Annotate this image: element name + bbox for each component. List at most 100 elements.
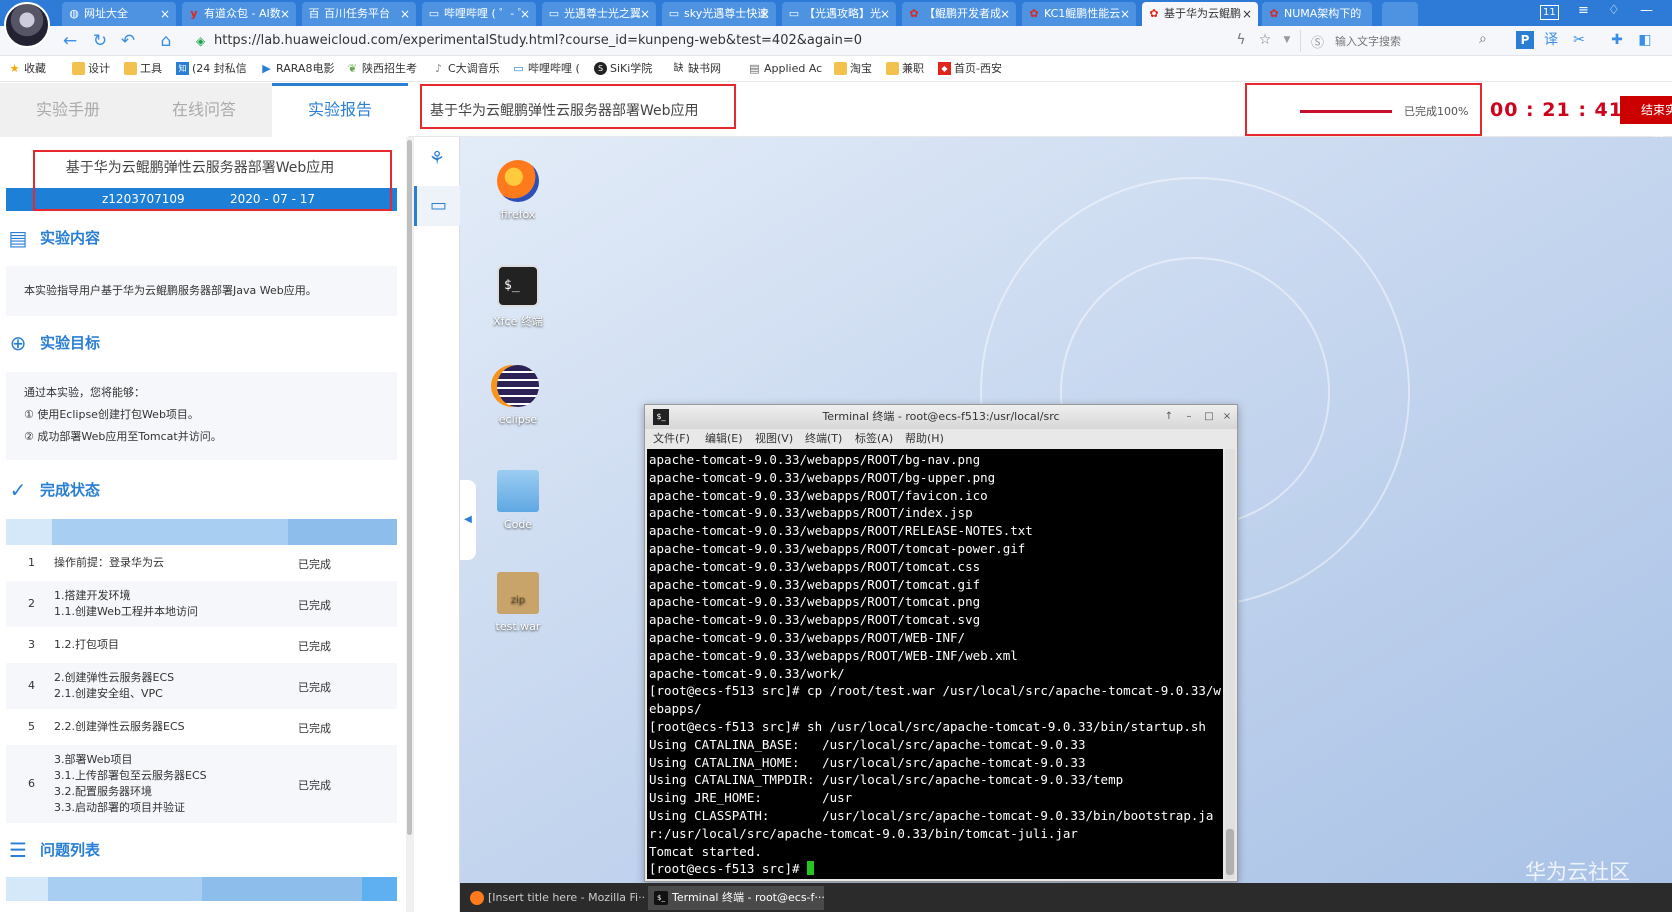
- tab-manual[interactable]: 实验手册: [0, 83, 136, 137]
- minimize-icon[interactable]: –: [1181, 409, 1197, 425]
- sidebar-icon[interactable]: ◧: [1636, 31, 1654, 49]
- browser-tab[interactable]: ▭ 【光遇攻略】光 ×: [782, 2, 896, 26]
- tab-count-badge[interactable]: 11: [1540, 5, 1559, 20]
- menu-file[interactable]: 文件(F): [653, 429, 690, 449]
- url-input[interactable]: https://lab.huaweicloud.com/experimental…: [214, 30, 862, 52]
- desktop-icon-firefox[interactable]: firefox: [483, 160, 553, 221]
- minimize-icon[interactable]: —: [1640, 3, 1653, 18]
- desktop-icon-eclipse[interactable]: eclipse: [483, 365, 553, 426]
- close-icon[interactable]: ×: [400, 2, 410, 26]
- bookmark-item[interactable]: ▶ RARA8电影: [260, 60, 334, 78]
- globe-icon: ◍: [69, 7, 79, 20]
- bilibili-icon: ▭: [788, 7, 800, 20]
- tab-report[interactable]: 实验报告: [272, 83, 408, 137]
- user-avatar[interactable]: [4, 2, 50, 48]
- close-icon[interactable]: ×: [640, 2, 650, 26]
- bookmark-item[interactable]: ♪ C大调音乐: [432, 60, 500, 78]
- browser-tab-active[interactable]: ✿ 基于华为云鲲鹏 ×: [1142, 2, 1258, 26]
- desktop-icon-test-war[interactable]: zip test.war: [483, 572, 553, 633]
- tab-qa[interactable]: 在线问答: [136, 83, 272, 137]
- section-status-heading: ✓ 完成状态: [6, 478, 100, 502]
- folder-icon: ▬: [72, 62, 85, 75]
- terminal-output[interactable]: apache-tomcat-9.0.33/webapps/ROOT/bg-nav…: [647, 449, 1223, 879]
- browser-tab[interactable]: 百百川任务平台 ×: [302, 2, 416, 26]
- menu-help[interactable]: 帮助(H): [905, 429, 944, 449]
- maximize-icon[interactable]: □: [1201, 409, 1217, 425]
- menu-terminal[interactable]: 终端(T): [805, 429, 842, 449]
- close-icon[interactable]: ×: [760, 2, 770, 26]
- search-icon[interactable]: ⌕: [1479, 31, 1487, 47]
- bookmark-folder[interactable]: ▬ 淘宝: [834, 60, 872, 78]
- close-icon[interactable]: ×: [520, 2, 530, 26]
- search-input[interactable]: [1335, 32, 1465, 50]
- browser-tab[interactable]: ◍ 网址大全 ×: [62, 2, 176, 26]
- undo-icon[interactable]: ↶: [118, 31, 138, 51]
- browser-tab[interactable]: ▭ 光遇尊士光之翼 ×: [542, 2, 656, 26]
- bookmark-item[interactable]: 缺缺书网: [672, 60, 722, 78]
- bookmark-folder[interactable]: ▬ 设计: [72, 60, 110, 78]
- terminal-scroll-thumb[interactable]: [1226, 829, 1234, 875]
- menu-edit[interactable]: 编辑(E): [705, 429, 743, 449]
- terminal-line: Using CLASSPATH: /usr/local/src/apache-t…: [649, 807, 1214, 841]
- bilibili-icon: ▭: [513, 62, 524, 75]
- menu-view[interactable]: 视图(V): [755, 429, 793, 449]
- close-icon[interactable]: ×: [880, 2, 890, 26]
- close-icon[interactable]: ×: [1219, 409, 1235, 425]
- bookmark-folder[interactable]: ▬ 兼职: [886, 60, 924, 78]
- menu-tabs[interactable]: 标签(A): [855, 429, 893, 449]
- back-icon[interactable]: ←: [60, 31, 80, 51]
- scissors-icon[interactable]: ✂: [1570, 31, 1588, 49]
- desktop-view-icon[interactable]: ▭: [414, 186, 460, 226]
- close-icon[interactable]: ×: [280, 2, 290, 26]
- new-tab-button[interactable]: [1382, 2, 1418, 26]
- huawei-icon: ✿: [1149, 7, 1159, 20]
- extension-icon[interactable]: ✚: [1608, 31, 1626, 49]
- desktop-icon-code[interactable]: Code: [483, 470, 553, 531]
- network-topology-icon[interactable]: ⚘: [424, 148, 450, 170]
- terminal-scrollbar[interactable]: [1225, 449, 1235, 879]
- bilibili-icon: ▭: [668, 7, 680, 20]
- bookmark-folder[interactable]: ▬ 工具: [124, 60, 162, 78]
- zhihu-icon: 知: [176, 62, 189, 75]
- terminal-line: Using CATALINA_TMPDIR: /usr/local/src/ap…: [649, 772, 1124, 788]
- star-icon[interactable]: ☆: [1256, 31, 1274, 49]
- skin-icon[interactable]: ♢: [1608, 3, 1620, 18]
- close-icon[interactable]: ×: [160, 2, 170, 26]
- close-icon[interactable]: ×: [1242, 2, 1252, 26]
- bookmark-item[interactable]: ◆ 首页-西安: [938, 60, 1002, 78]
- bookmark-item[interactable]: ★ 收藏: [8, 60, 46, 78]
- refresh-icon[interactable]: ↻: [90, 31, 110, 51]
- terminal-line: Using CATALINA_BASE: /usr/local/src/apac…: [649, 736, 1086, 752]
- terminal-titlebar[interactable]: $_ Terminal 终端 - root@ecs-f513:/usr/loca…: [645, 405, 1237, 429]
- browser-tab[interactable]: ✿ NUMA架构下的: [1262, 2, 1372, 26]
- menu-icon[interactable]: ≡: [1578, 3, 1589, 18]
- bookmark-item[interactable]: ▭ 哔哩哔哩 (: [512, 60, 580, 78]
- browser-tab[interactable]: ▭ 哔哩哔哩 ( ゜- ゜ ×: [422, 2, 536, 26]
- huawei-icon: ✿: [1269, 7, 1279, 20]
- terminal-window[interactable]: $_ Terminal 终端 - root@ecs-f513:/usr/loca…: [644, 404, 1238, 882]
- collapse-panel-icon[interactable]: ◀: [460, 480, 476, 560]
- close-icon[interactable]: ×: [1120, 2, 1130, 26]
- shade-icon[interactable]: ↑: [1161, 409, 1177, 425]
- browser-tab[interactable]: ▭ sky光遇尊士快速 ×: [662, 2, 776, 26]
- search-engine-icon[interactable]: Ⓢ: [1311, 32, 1324, 51]
- desktop-icon-terminal[interactable]: $_ Xfce 终端: [483, 265, 553, 329]
- browser-tab[interactable]: ✿ KC1鲲鹏性能云 ×: [1022, 2, 1136, 26]
- bookmark-item[interactable]: S SiKi学院: [594, 60, 652, 78]
- bookmark-item[interactable]: ❦ 陕西招生考: [346, 60, 417, 78]
- chevron-down-icon[interactable]: ▼: [1278, 31, 1296, 49]
- lightning-icon[interactable]: ϟ: [1232, 31, 1250, 49]
- parking-icon[interactable]: P: [1516, 31, 1534, 49]
- browser-tab[interactable]: ✿ 【鲲鹏开发者成 ×: [902, 2, 1016, 26]
- end-experiment-button[interactable]: 结束实验: [1620, 96, 1672, 145]
- taskbar-item-terminal[interactable]: $_ Terminal 终端 - root@ecs-f···: [648, 886, 824, 910]
- home-icon[interactable]: ⌂: [156, 31, 176, 51]
- panel-scroll-thumb[interactable]: [407, 140, 412, 835]
- bookmark-item[interactable]: 知 (24 封私信: [176, 60, 247, 78]
- browser-tab[interactable]: y 有道众包 - AI数 ×: [182, 2, 296, 26]
- bookmark-item[interactable]: ▤ Applied Ac: [748, 60, 822, 78]
- translate-icon[interactable]: 译: [1542, 31, 1560, 49]
- terminal-prompt-line[interactable]: [root@ecs-f513 src]#: [649, 860, 1221, 878]
- close-icon[interactable]: ×: [1000, 2, 1010, 26]
- taskbar-item-firefox[interactable]: [Insert title here - Mozilla Fi···: [464, 886, 644, 910]
